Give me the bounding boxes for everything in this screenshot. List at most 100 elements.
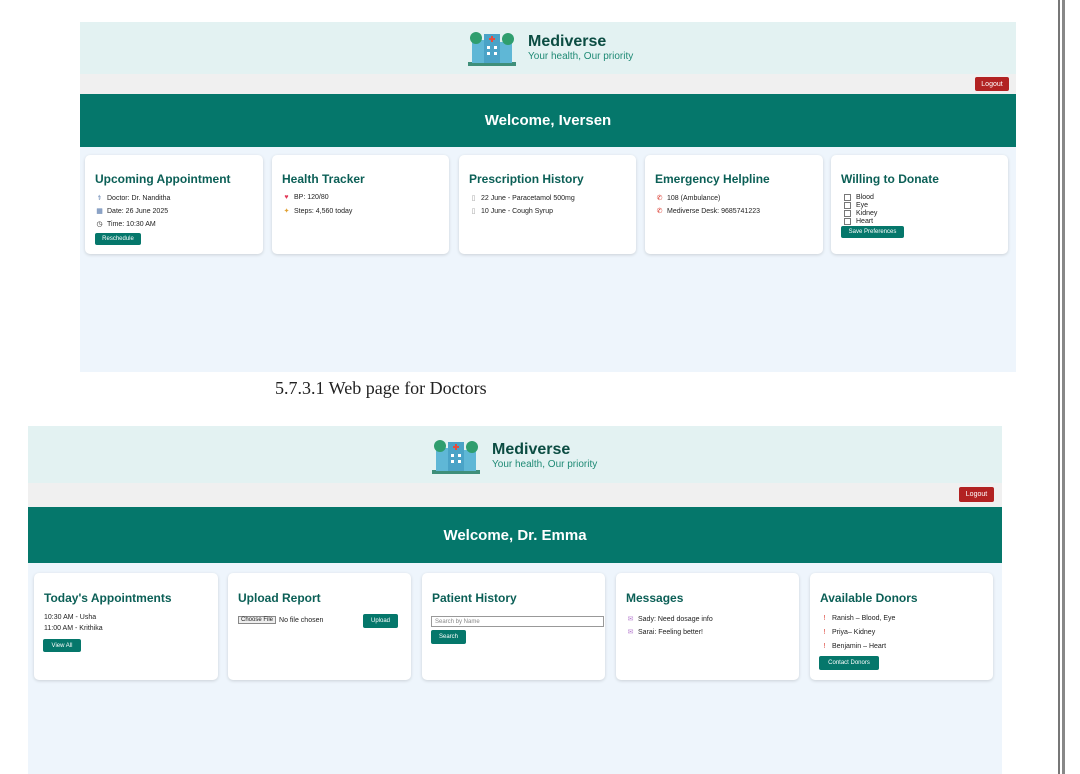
prescription-history-card: Prescription History ▯ 22 June - Paraceta…	[459, 155, 636, 254]
message-text: Sarai: Feeling better!	[638, 628, 703, 636]
message-item[interactable]: ✉ Sady: Need dosage info	[626, 615, 713, 624]
welcome-banner: Welcome, Dr. Emma	[28, 507, 1002, 563]
heart-icon: ♥	[284, 194, 289, 201]
donate-option-heart[interactable]: Heart	[844, 218, 873, 225]
checkbox-icon[interactable]	[844, 218, 851, 225]
card-title: Health Tracker	[282, 172, 365, 186]
helpline-text: Mediverse Desk: 9685741223	[667, 207, 761, 215]
option-label: Eye	[856, 202, 869, 209]
upload-button[interactable]: Upload	[363, 614, 398, 628]
option-label: Blood	[856, 194, 874, 201]
helpline-item[interactable]: ✆ 108 (Ambulance)	[655, 194, 721, 203]
upload-report-card: Upload Report Choose File No file chosen…	[228, 573, 411, 680]
figure-caption: 5.7.3.1 Web page for Doctors	[275, 378, 487, 398]
steps-reading: ✦ Steps: 4,560 today	[282, 207, 353, 216]
appointment-doctor-text: Doctor: Dr. Nanditha	[107, 194, 171, 202]
hospital-logo-icon	[468, 32, 516, 66]
donate-option-eye[interactable]: Eye	[844, 202, 868, 209]
document-icon: ▯	[471, 208, 476, 215]
blood-drop-icon: !	[823, 615, 826, 622]
willing-to-donate-card: Willing to Donate Blood Eye Kidney Heart…	[831, 155, 1008, 254]
envelope-icon: ✉	[627, 616, 634, 623]
brand[interactable]: Mediverse Your health, Our priority	[430, 436, 597, 476]
document-icon: ▯	[471, 195, 476, 202]
card-title: Prescription History	[469, 172, 584, 186]
messages-card: Messages ✉ Sady: Need dosage info ✉ Sarai:…	[616, 573, 799, 680]
message-item[interactable]: ✉ Sarai: Feeling better!	[626, 628, 703, 637]
brand-name: Mediverse	[492, 441, 571, 458]
todays-appointments-card: Today's Appointments 10:30 AM - Usha 11:…	[34, 573, 218, 680]
available-donors-card: Available Donors ! Ranish – Blood, Eye ! P…	[810, 573, 993, 680]
prescription-text: 22 June - Paracetamol 500mg	[481, 194, 575, 202]
doctor-webpage-screenshot: Mediverse Your health, Our priority Logo…	[80, 22, 1016, 372]
welcome-banner: Welcome, Iversen	[80, 94, 1016, 147]
walking-icon: ✦	[283, 208, 290, 215]
checkbox-icon[interactable]	[844, 194, 851, 201]
clock-icon: ◷	[96, 221, 103, 228]
page-edge-line	[1062, 0, 1065, 774]
card-title: Today's Appointments	[44, 591, 172, 605]
brand[interactable]: Mediverse Your health, Our priority	[466, 28, 633, 68]
appointment-time: ◷ Time: 10:30 AM	[95, 220, 156, 229]
card-title: Willing to Donate	[841, 172, 939, 186]
phone-icon: ✆	[656, 208, 663, 215]
site-header: Mediverse Your health, Our priority	[28, 426, 1002, 483]
card-title: Patient History	[432, 591, 517, 605]
patient-history-card: Patient History Search by Name Search	[422, 573, 605, 680]
donate-option-blood[interactable]: Blood	[844, 194, 874, 201]
logout-button[interactable]: Logout	[959, 487, 994, 502]
file-input[interactable]: Choose File No file chosen	[238, 616, 323, 624]
card-title: Messages	[626, 591, 684, 605]
site-header: Mediverse Your health, Our priority	[80, 22, 1016, 74]
choose-file-button[interactable]: Choose File	[238, 616, 277, 624]
donor-item: ! Benjamin – Heart	[820, 643, 887, 650]
reschedule-button[interactable]: Reschedule	[95, 233, 141, 245]
brand-name: Mediverse	[528, 33, 607, 50]
card-title: Upload Report	[238, 591, 321, 605]
donor-item: ! Priya– Kidney	[820, 629, 876, 636]
donor-text: Priya– Kidney	[832, 629, 876, 636]
view-all-button[interactable]: View All	[43, 639, 81, 652]
donor-item: ! Ranish – Blood, Eye	[820, 615, 896, 622]
brand-tagline: Your health, Our priority	[492, 459, 598, 470]
search-input[interactable]: Search by Name	[431, 616, 604, 627]
donor-text: Ranish – Blood, Eye	[832, 615, 896, 622]
checkbox-icon[interactable]	[844, 202, 851, 209]
list-item: ▯ 10 June - Cough Syrup	[469, 207, 553, 216]
steps-text: Steps: 4,560 today	[294, 207, 353, 215]
emergency-helpline-card: Emergency Helpline ✆ 108 (Ambulance) ✆ Med…	[645, 155, 823, 254]
helpline-text: 108 (Ambulance)	[667, 194, 721, 202]
appointment-date-text: Date: 26 June 2025	[107, 207, 169, 215]
patient-webpage-screenshot: Mediverse Your health, Our priority Logo…	[28, 426, 1002, 774]
file-status: No file chosen	[279, 616, 324, 624]
blood-drop-icon: !	[823, 643, 826, 650]
top-bar: Logout	[80, 74, 1016, 94]
message-text: Sady: Need dosage info	[638, 615, 713, 623]
calendar-icon: ▦	[96, 208, 103, 215]
bp-reading: ♥ BP: 120/80	[282, 194, 329, 201]
page-edge-line	[1058, 0, 1060, 774]
logout-button[interactable]: Logout	[975, 77, 1009, 91]
list-item: ▯ 22 June - Paracetamol 500mg	[469, 194, 575, 203]
doctor-icon: ⚕	[97, 195, 102, 202]
option-label: Heart	[856, 218, 874, 225]
card-title: Available Donors	[820, 591, 918, 605]
checkbox-icon[interactable]	[844, 210, 851, 217]
top-bar: Logout	[28, 483, 1002, 507]
donor-text: Benjamin – Heart	[832, 643, 887, 650]
bp-text: BP: 120/80	[294, 194, 329, 201]
prescription-text: 10 June - Cough Syrup	[481, 207, 553, 215]
card-title: Emergency Helpline	[655, 172, 770, 186]
contact-donors-button[interactable]: Contact Donors	[819, 656, 879, 670]
health-tracker-card: Health Tracker ♥ BP: 120/80 ✦ Steps: 4,560…	[272, 155, 449, 254]
donate-option-kidney[interactable]: Kidney	[844, 210, 877, 217]
phone-icon: ✆	[656, 195, 663, 202]
brand-tagline: Your health, Our priority	[528, 51, 634, 62]
appointment-time-text: Time: 10:30 AM	[107, 220, 156, 228]
list-item: 11:00 AM - Krithika	[44, 625, 103, 632]
search-button[interactable]: Search	[431, 630, 466, 644]
save-preferences-button[interactable]: Save Preferences	[841, 226, 904, 238]
helpline-item[interactable]: ✆ Mediverse Desk: 9685741223	[655, 207, 761, 216]
appointment-date: ▦ Date: 26 June 2025	[95, 207, 169, 216]
envelope-icon: ✉	[627, 629, 634, 636]
